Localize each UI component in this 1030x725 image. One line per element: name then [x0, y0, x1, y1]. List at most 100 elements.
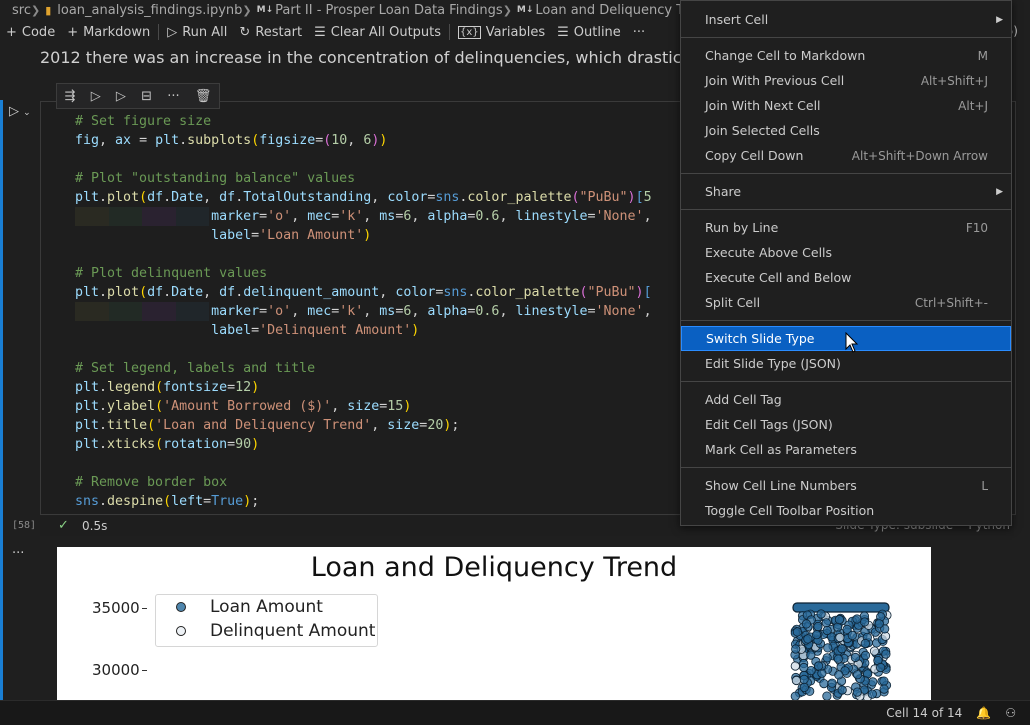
- scatter-point: [819, 679, 829, 689]
- add-markdown-button[interactable]: + Markdown: [61, 20, 156, 44]
- code-number: 10: [331, 133, 348, 148]
- menu-label: Execute Above Cells: [705, 245, 833, 260]
- menu-label: Add Cell Tag: [705, 392, 782, 407]
- plot-legend: Loan Amount Delinquent Amount: [155, 594, 378, 647]
- scatter-point: [834, 670, 844, 680]
- menu-join-next[interactable]: Join With Next Cell Alt+J: [681, 93, 1011, 118]
- restart-button[interactable]: ↻ Restart: [233, 20, 308, 44]
- chevron-right-icon: ❯: [502, 3, 512, 17]
- menu-label: Switch Slide Type: [706, 331, 815, 346]
- menu-toggle-toolbar-position[interactable]: Toggle Cell Toolbar Position: [681, 498, 1011, 523]
- menu-shortcut: Alt+J: [958, 98, 988, 113]
- menu-label: Mark Cell as Parameters: [705, 442, 857, 457]
- menu-copy-down[interactable]: Copy Cell Down Alt+Shift+Down Arrow: [681, 143, 1011, 168]
- cell-toolbar: ⇶ ▷ ▷ ⊟ ··· 🗑: [56, 83, 220, 109]
- chevron-right-icon: ❯: [30, 3, 41, 17]
- menu-execute-below[interactable]: Execute Cell and Below: [681, 265, 1011, 290]
- cell-position[interactable]: Cell 14 of 14: [886, 706, 962, 720]
- menu-show-line-numbers[interactable]: Show Cell Line Numbers L: [681, 473, 1011, 498]
- execute-below-icon[interactable]: ▷: [116, 89, 126, 104]
- execution-duration: 0.5s: [82, 519, 108, 533]
- clear-outputs-button[interactable]: ☰ Clear All Outputs: [308, 20, 447, 44]
- notifications-icon[interactable]: 🔔: [976, 706, 991, 720]
- code-number: 90: [235, 437, 252, 452]
- run-all-button[interactable]: ▷ Run All: [161, 20, 233, 44]
- code-comment: # Set figure size: [75, 114, 212, 129]
- legend-item-delinquent: Delinquent Amount: [176, 621, 375, 641]
- scatter-point: [868, 677, 878, 687]
- scatter-point: [835, 632, 845, 643]
- menu-separator: [681, 37, 1011, 38]
- menu-change-to-markdown[interactable]: Change Cell to Markdown M: [681, 43, 1011, 68]
- scatter-point: [834, 615, 845, 625]
- menu-share[interactable]: Share ▶: [681, 179, 1011, 204]
- code-comment: # Remove border box: [75, 475, 228, 490]
- layout-icon[interactable]: ⚇: [1005, 706, 1016, 720]
- menu-label: Show Cell Line Numbers: [705, 478, 857, 493]
- variables-button[interactable]: {x} Variables: [452, 20, 551, 44]
- chevron-down-icon: ⌄: [23, 108, 31, 118]
- submenu-arrow-icon: ▶: [996, 14, 1003, 25]
- breadcrumb-item-src[interactable]: src: [12, 3, 31, 18]
- code-number: 20: [427, 418, 444, 433]
- menu-join-selected[interactable]: Join Selected Cells: [681, 118, 1011, 143]
- menu-insert-cell[interactable]: Insert Cell ▶: [681, 7, 1011, 32]
- scatter-points: [790, 602, 892, 700]
- scatter-point: [860, 638, 870, 649]
- variables-icon: {x}: [458, 25, 481, 39]
- code-content[interactable]: # Set figure size fig, ax = plt.subplots…: [75, 112, 652, 511]
- scatter-point: [812, 630, 822, 640]
- clear-outputs-label: Clear All Outputs: [330, 24, 442, 40]
- cell-focus-indicator: [0, 100, 3, 540]
- code-string: 'Loan and Deliquency Trend': [155, 418, 372, 433]
- menu-split-cell[interactable]: Split Cell Ctrl+Shift+-: [681, 290, 1011, 315]
- run-all-label: Run All: [182, 24, 228, 40]
- delete-icon[interactable]: 🗑: [195, 89, 212, 104]
- output-plot: Loan and Deliquency Trend 35000 30000 Lo…: [57, 547, 931, 700]
- toolbar-divider: [449, 24, 451, 40]
- execute-above-icon[interactable]: ▷: [91, 89, 101, 104]
- menu-add-cell-tag[interactable]: Add Cell Tag: [681, 387, 1011, 412]
- run-by-line-icon[interactable]: ⇶: [65, 89, 76, 104]
- more-icon[interactable]: ···: [167, 89, 179, 104]
- menu-run-by-line[interactable]: Run by Line F10: [681, 215, 1011, 240]
- output-more-icon[interactable]: ···: [12, 546, 24, 561]
- add-code-button[interactable]: + Code: [0, 20, 61, 44]
- markdown-cell-text: 2012 there was an increase in the concen…: [40, 48, 696, 67]
- menu-edit-cell-tags[interactable]: Edit Cell Tags (JSON): [681, 412, 1011, 437]
- more-actions-button[interactable]: ···: [627, 20, 651, 44]
- menu-label: Change Cell to Markdown: [705, 48, 866, 63]
- menu-mark-parameters[interactable]: Mark Cell as Parameters: [681, 437, 1011, 462]
- breadcrumb-item-section[interactable]: Part II - Prosper Loan Data Findings: [275, 3, 503, 18]
- scatter-point: [799, 674, 809, 685]
- legend-marker: [176, 602, 186, 612]
- notebook-icon: ▮: [45, 3, 52, 17]
- scatter-point: [790, 691, 800, 700]
- run-cell-button[interactable]: ▷ ⌄: [9, 104, 31, 119]
- code-number: 0.6: [475, 304, 500, 319]
- scatter-point: [833, 654, 844, 664]
- menu-join-previous[interactable]: Join With Previous Cell Alt+Shift+J: [681, 68, 1011, 93]
- menu-label: Join Selected Cells: [705, 123, 820, 138]
- outline-button[interactable]: ☰ Outline: [551, 20, 627, 44]
- menu-label: Execute Cell and Below: [705, 270, 852, 285]
- menu-execute-above[interactable]: Execute Above Cells: [681, 240, 1011, 265]
- split-cell-icon[interactable]: ⊟: [141, 89, 152, 104]
- status-bar: Cell 14 of 14 🔔 ⚇: [0, 700, 1030, 725]
- plus-icon: +: [6, 24, 17, 40]
- code-number: 0.6: [475, 209, 500, 224]
- menu-edit-slide-type[interactable]: Edit Slide Type (JSON): [681, 351, 1011, 376]
- scatter-point: [852, 614, 862, 624]
- menu-label: Run by Line: [705, 220, 779, 235]
- menu-shortcut: Alt+Shift+Down Arrow: [851, 148, 988, 163]
- code-comment: # Plot "outstanding balance" values: [75, 171, 356, 186]
- scatter-point: [879, 684, 889, 694]
- scatter-point: [806, 650, 816, 660]
- scatter-point: [791, 644, 801, 654]
- restart-icon: ↻: [239, 24, 251, 40]
- menu-separator: [681, 467, 1011, 468]
- add-markdown-label: Markdown: [83, 24, 151, 40]
- breadcrumb-item-file[interactable]: loan_analysis_findings.ipynb: [57, 3, 242, 18]
- scatter-point: [803, 634, 813, 644]
- menu-label: Edit Slide Type (JSON): [705, 356, 841, 371]
